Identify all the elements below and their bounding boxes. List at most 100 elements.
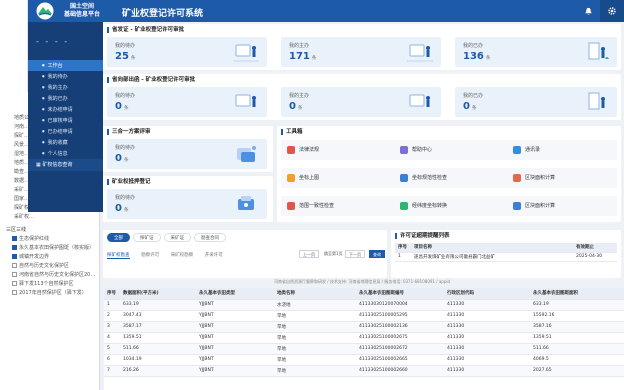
- nav-favorites[interactable]: 我的收藏: [28, 137, 103, 148]
- checkbox[interactable]: [12, 281, 17, 286]
- subtab-1[interactable]: 探矿权勘查: [107, 253, 130, 259]
- check-icon: [400, 174, 408, 182]
- nav-profile[interactable]: 个人信息: [28, 148, 103, 159]
- nav-todo[interactable]: 我的待办: [28, 71, 103, 82]
- stat-card-done[interactable]: 我的已办 0条: [455, 87, 617, 117]
- tool-law[interactable]: 法律法规: [281, 140, 396, 160]
- nav-host[interactable]: 我的主办: [28, 82, 103, 93]
- table-row[interactable]: 7 216.26 YJJBNT 旱地 41133025100002660 411330 20…: [104, 365, 624, 377]
- layer-checkbox-row[interactable]: 自然与历史文化保护区: [0, 262, 99, 271]
- stat-unit: 条: [485, 56, 491, 61]
- tab-contract[interactable]: 勘查合同: [194, 233, 226, 242]
- tool-range-check[interactable]: 范围一致性检查: [281, 196, 396, 216]
- table-row[interactable]: 1 遂昌开发煤矿业有限公司徽县霸门北益矿 2025-04-30: [395, 252, 617, 262]
- stat-card-host[interactable]: 我的主办 171 条: [281, 37, 441, 67]
- subtab-3[interactable]: 采矿权勘察: [171, 253, 194, 258]
- map-pin-icon: [287, 174, 295, 182]
- pager: 上一页 跳至第1页 下一页 查询: [299, 250, 387, 260]
- subtab-2[interactable]: 勘察许可: [141, 253, 159, 258]
- next-page-button[interactable]: 下一页: [345, 250, 365, 258]
- table-cell: 411330: [444, 299, 530, 311]
- checkbox[interactable]: [12, 245, 17, 250]
- tool-label: 区块面积计算: [525, 203, 556, 209]
- plan-review-panel: 三合一方案评审 我的待办 0条: [103, 126, 273, 172]
- table-cell: 633.19: [120, 299, 196, 311]
- prev-page-button[interactable]: 上一页: [299, 250, 319, 258]
- bell-icon[interactable]: [580, 3, 596, 19]
- table-cell: YJJBNT: [196, 321, 274, 333]
- stat-label: 我的待办: [115, 93, 136, 99]
- person-illustration-icon: [235, 94, 256, 107]
- table-row[interactable]: 6 1034.19 YJJBNT 旱地 41133025100002665 411330 4…: [104, 354, 624, 366]
- checkbox[interactable]: [12, 272, 17, 277]
- layer-item[interactable]: 采矿权…: [0, 213, 99, 222]
- layer-label: 河南省自然与历史文化保护区20…: [19, 272, 96, 278]
- stat-value: 0条: [115, 153, 128, 164]
- stat-number: 0: [115, 101, 122, 112]
- column-header: 项目名称: [411, 243, 573, 253]
- tool-area-calc-2[interactable]: 区块面积计算: [507, 196, 617, 216]
- table-row[interactable]: 3 3587.17 YJJBNT 旱地 41133025100002136 411330 3…: [104, 321, 624, 333]
- table-cell: YJJBNT: [196, 365, 274, 377]
- table-cell: 41133025100002665: [356, 354, 444, 366]
- table-row[interactable]: 1 633.19 YJJBNT 水浇地 41133030120070004 411330 6…: [104, 299, 624, 311]
- layer-checkbox-row[interactable]: 河南省自然与历史文化保护区20…: [0, 271, 99, 280]
- table-row[interactable]: 2 3047.43 YJJBNT 旱地 41133025100005295 411330 1…: [104, 310, 624, 322]
- tool-label: 法律法规: [299, 147, 320, 153]
- stat-unit: 条: [123, 106, 129, 111]
- stat-card-todo[interactable]: 我的待办 0条: [107, 87, 267, 117]
- table-row[interactable]: 4 1359.51 YJJBNT 旱地 41133025100002675 411330 1…: [104, 332, 624, 344]
- search-button[interactable]: 查询: [369, 250, 385, 258]
- nav-workbench[interactable]: 工作台: [28, 60, 103, 71]
- table-cell: 2025-04-30: [573, 252, 617, 262]
- table-cell: 旱地: [274, 310, 356, 322]
- checkbox[interactable]: [12, 290, 17, 295]
- stat-value: 25 条: [115, 51, 135, 62]
- tab-mining[interactable]: 采矿证: [163, 233, 191, 242]
- gear-icon[interactable]: [600, 0, 624, 22]
- stat-unit: 条: [130, 56, 136, 61]
- stat-card-todo[interactable]: 我的待办 25 条: [107, 37, 267, 67]
- help-icon: [400, 146, 408, 154]
- subtab-4[interactable]: 开采许可: [205, 253, 223, 258]
- table-row[interactable]: 5 511.66 YJJBNT 旱地 41133025100002672 411330 51…: [104, 343, 624, 355]
- nav-finished[interactable]: 已办结申请: [28, 126, 103, 137]
- layer-checkbox-row[interactable]: 驿下发113个自然保护区: [0, 280, 99, 289]
- stat-label: 我的主办: [289, 43, 310, 49]
- convert-icon: [400, 202, 408, 210]
- layer-checkbox-row[interactable]: 永久基本农田保护图斑（核实版）: [0, 244, 99, 253]
- tab-exploration[interactable]: 探矿证: [133, 233, 161, 242]
- nav-done[interactable]: 我的已办: [28, 93, 103, 104]
- column-header: 地类名称: [274, 288, 356, 300]
- table-cell: 41133030120070004: [356, 299, 444, 311]
- nav-unfinished[interactable]: 未办结申请: [28, 104, 103, 115]
- section-title: 矿业权抵押登记: [107, 179, 151, 185]
- layer-checkbox-row[interactable]: 城镇开发边界: [0, 253, 99, 262]
- table-cell: 15592.16: [530, 310, 624, 322]
- checkbox[interactable]: [12, 236, 17, 241]
- table-cell: 遂昌开发煤矿业有限公司徽县霸门北益矿: [411, 252, 573, 262]
- user-name[interactable]: - - - -: [28, 22, 103, 60]
- tool-contacts[interactable]: 通讯录: [507, 140, 617, 160]
- nav-reviewed[interactable]: 已审核申请: [28, 115, 103, 126]
- table-cell: 411330: [444, 354, 530, 366]
- tool-area-calc[interactable]: 区块面积计算: [507, 168, 617, 188]
- tool-coord-check[interactable]: 坐标规范性检查: [394, 168, 509, 188]
- column-header: 永久基本农田图斑面积: [530, 288, 624, 300]
- tab-all[interactable]: 全部: [107, 233, 130, 242]
- layer-group-title[interactable]: 三区三线: [0, 226, 99, 235]
- tool-help[interactable]: 帮助中心: [394, 140, 509, 160]
- stat-card-host[interactable]: 我的主办 0条: [281, 87, 441, 117]
- nav-group-query[interactable]: ▦ 矿权信息查询: [28, 159, 103, 171]
- stat-card-todo[interactable]: 我的待办 0条: [107, 189, 267, 219]
- stat-card-todo[interactable]: 我的待办 0条: [107, 139, 267, 169]
- tool-latlng-convert[interactable]: 经纬度坐标转换: [394, 196, 509, 216]
- page-jump[interactable]: 跳至第1页: [321, 250, 346, 258]
- stat-card-done[interactable]: 我的已办 136 条: [455, 37, 617, 67]
- checkbox[interactable]: [12, 263, 17, 268]
- tool-coord-map[interactable]: 坐标上图: [281, 168, 396, 188]
- tool-label: 范围一致性检查: [299, 203, 335, 209]
- layer-checkbox-row[interactable]: 生态保护红线: [0, 235, 99, 244]
- checkbox[interactable]: [12, 254, 17, 259]
- layer-checkbox-row[interactable]: 2017年自然保护区（驿下发）: [0, 289, 99, 298]
